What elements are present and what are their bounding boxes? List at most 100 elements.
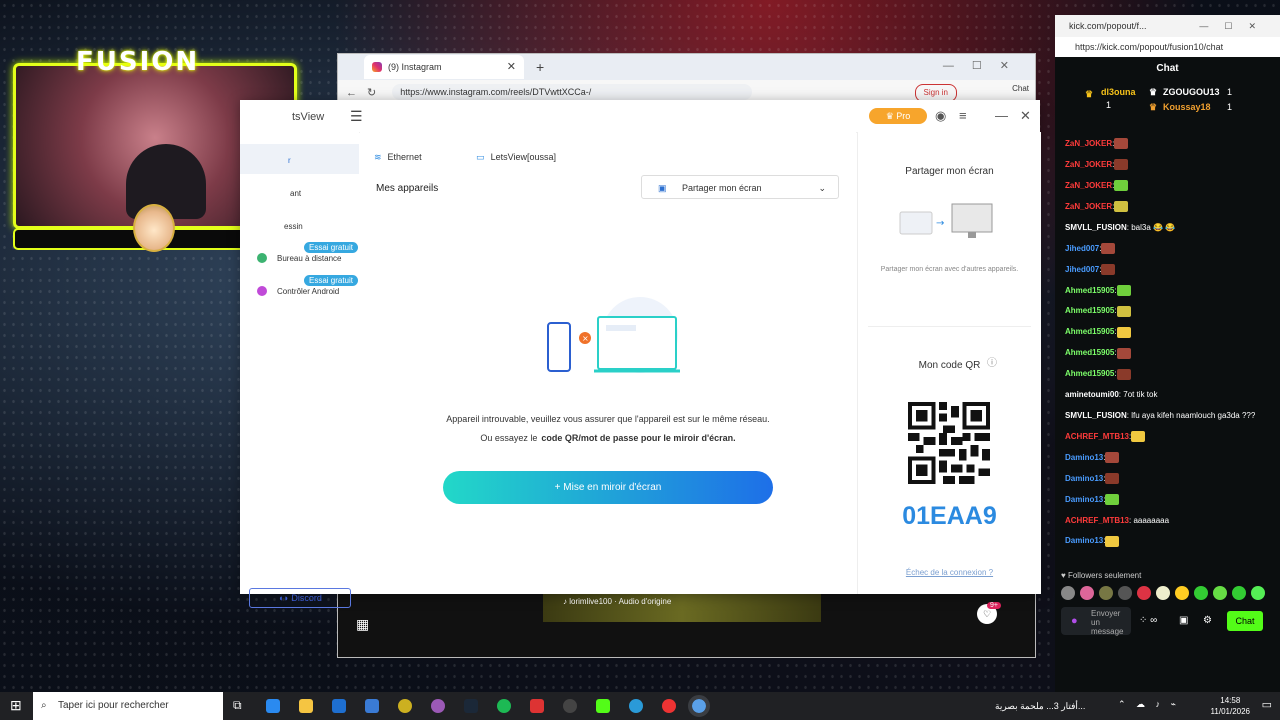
emote-icon[interactable] [1099,586,1113,600]
app-icon[interactable] [398,699,412,713]
spotify-icon[interactable] [497,699,511,713]
emote-icon [1116,368,1131,380]
emote-icon[interactable] [1156,586,1170,600]
pro-button[interactable]: ♛ Pro [869,108,927,124]
share-screen-dropdown[interactable]: ▣ Partager mon écran ⌄ [641,175,839,199]
gear-icon[interactable]: ⚙ [1203,615,1212,626]
help-icon[interactable]: ⓘ [987,354,997,369]
letsview-taskbar-icon[interactable] [688,695,710,717]
discord-button[interactable]: ◖◗ Discord [249,588,351,608]
mic-icon[interactable]: ● [1071,615,1078,627]
tab-ethernet[interactable]: ≋ Ethernet [374,152,448,162]
news-ticker[interactable]: أفتار 3... ملحمة بصرية... [995,692,1085,720]
remote-desktop-icon [257,253,267,263]
leader-2[interactable]: ZGOUGOU13 [1163,87,1220,97]
opera-icon[interactable] [662,699,676,713]
emote-icon[interactable] [1061,586,1075,600]
edge-icon[interactable] [266,699,280,713]
close-icon[interactable]: ✕ [1020,108,1031,124]
notification-center-icon[interactable]: ▭ [1262,698,1272,711]
close-tab-icon[interactable]: ✕ [507,60,516,73]
app-icon-2[interactable] [431,699,445,713]
tab-instagram[interactable]: (9) Instagram ✕ [364,55,524,79]
emote-icon[interactable] [1080,586,1094,600]
qr-code-link[interactable]: code QR/mot de passe pour le miroir d'éc… [541,433,735,443]
chat-username[interactable]: Damino13 [1065,536,1103,545]
emote-icon[interactable] [1118,586,1132,600]
chat-username[interactable]: ZaN_JOKER [1065,139,1112,148]
chat-username[interactable]: Ahmed15905 [1065,369,1114,378]
chat-url-bar[interactable]: https://kick.com/popout/fusion10/chat [1055,37,1280,57]
reel-audio-label[interactable]: ♪ lorimlive100 · Audio d'origine [543,594,821,622]
task-view-icon[interactable]: ⧉ [233,698,242,713]
emote-icon[interactable] [1194,586,1208,600]
hamburger-menu-icon[interactable]: ☰ [350,108,363,125]
sidebar-item-android[interactable]: Contrôler Android [277,287,339,296]
emote-icon[interactable] [1232,586,1246,600]
connection-failed-link[interactable]: Échec de la connexion ? [858,568,1041,577]
grid-icon[interactable]: ▦ [356,616,369,633]
chat-window-controls[interactable]: —☐✕ [1199,15,1272,37]
chat-username[interactable]: aminetoumi00 [1065,390,1119,399]
copilot-chat-button[interactable]: Chat [1012,84,1029,93]
gift-icon[interactable]: ▣ [1179,615,1188,626]
window-controls[interactable]: —☐✕ [943,59,1027,72]
file-explorer-icon[interactable] [299,699,313,713]
sidebar-item-ant[interactable]: ant [290,189,301,198]
new-tab-icon[interactable]: + [536,59,544,75]
connection-code: 01EAA9 [902,502,997,530]
app-icon-3[interactable] [530,699,544,713]
mirror-screen-button[interactable]: + Mise en miroir d'écran [443,471,773,504]
outlook-icon[interactable] [332,699,346,713]
menu-icon[interactable]: ≡ [959,108,967,123]
leader-3[interactable]: Koussay18 [1163,102,1211,112]
chat-username[interactable]: Jihed007 [1065,265,1099,274]
minimize-icon[interactable]: — [995,108,1008,123]
chat-username[interactable]: ZaN_JOKER [1065,160,1112,169]
emote-icon [1105,535,1120,547]
emote-icon[interactable] [1251,586,1265,600]
url-field[interactable]: https://www.instagram.com/reels/DTVwttXC… [392,84,753,100]
chat-username[interactable]: SMVLL_FUSION [1065,223,1127,232]
chat-username[interactable]: ACHREF_MTB13 [1065,432,1129,441]
tab-device[interactable]: ▭ LetsView[oussa] [476,152,582,162]
taskbar-search-field[interactable]: ⌕ Taper ici pour rechercher [33,692,223,720]
chat-username[interactable]: Ahmed15905 [1065,286,1114,295]
chat-send-button[interactable]: Chat [1227,611,1263,631]
emote-icon[interactable] [1213,586,1227,600]
sidebar-item-bureau[interactable]: Bureau à distance [277,254,342,263]
sidebar-item-dessin[interactable]: essin [284,222,303,231]
chat-username[interactable]: SMVLL_FUSION [1065,411,1127,420]
chat-username[interactable]: ACHREF_MTB13 [1065,516,1129,525]
chat-username[interactable]: ZaN_JOKER [1065,202,1112,211]
sidebar-item-selected[interactable] [240,144,359,174]
emote-icon [1114,159,1129,171]
kick-icon[interactable] [596,699,610,713]
chat-username[interactable]: Damino13 [1065,474,1103,483]
obs-icon[interactable] [563,699,577,713]
chat-username[interactable]: Jihed007 [1065,244,1099,253]
emote-icon[interactable] [1175,586,1189,600]
back-reload-icons[interactable]: ←↻ [346,86,386,99]
chat-username[interactable]: Ahmed15905 [1065,327,1114,336]
windows-start-icon[interactable]: ⊞ [10,697,22,714]
store-icon[interactable] [365,699,379,713]
leader-1[interactable]: dl3ouna [1101,87,1136,97]
system-tray-icons[interactable]: ⌃ ☁ ♪ ⌁ [1118,699,1180,710]
chat-username[interactable]: ZaN_JOKER [1065,181,1112,190]
sidebar-item-r[interactable]: r [288,156,291,165]
user-avatar-icon[interactable]: ◉ [935,108,946,124]
emote-icon [1101,263,1116,275]
app-icon-4[interactable] [629,699,643,713]
chat-username[interactable]: Damino13 [1065,453,1103,462]
chat-username[interactable]: Ahmed15905 [1065,306,1114,315]
emote-icon [1116,326,1131,338]
emote-icon[interactable] [1137,586,1151,600]
chat-username[interactable]: Damino13 [1065,495,1103,504]
chat-username[interactable]: Ahmed15905 [1065,348,1114,357]
clock[interactable]: 14:58 11/01/2026 [1211,692,1250,717]
extensions-icon[interactable]: ⁘ ∞ [1139,615,1157,626]
trial-badge-2: Essai gratuit [304,275,358,286]
steam-icon[interactable] [464,699,478,713]
emote-icon [1114,180,1129,192]
